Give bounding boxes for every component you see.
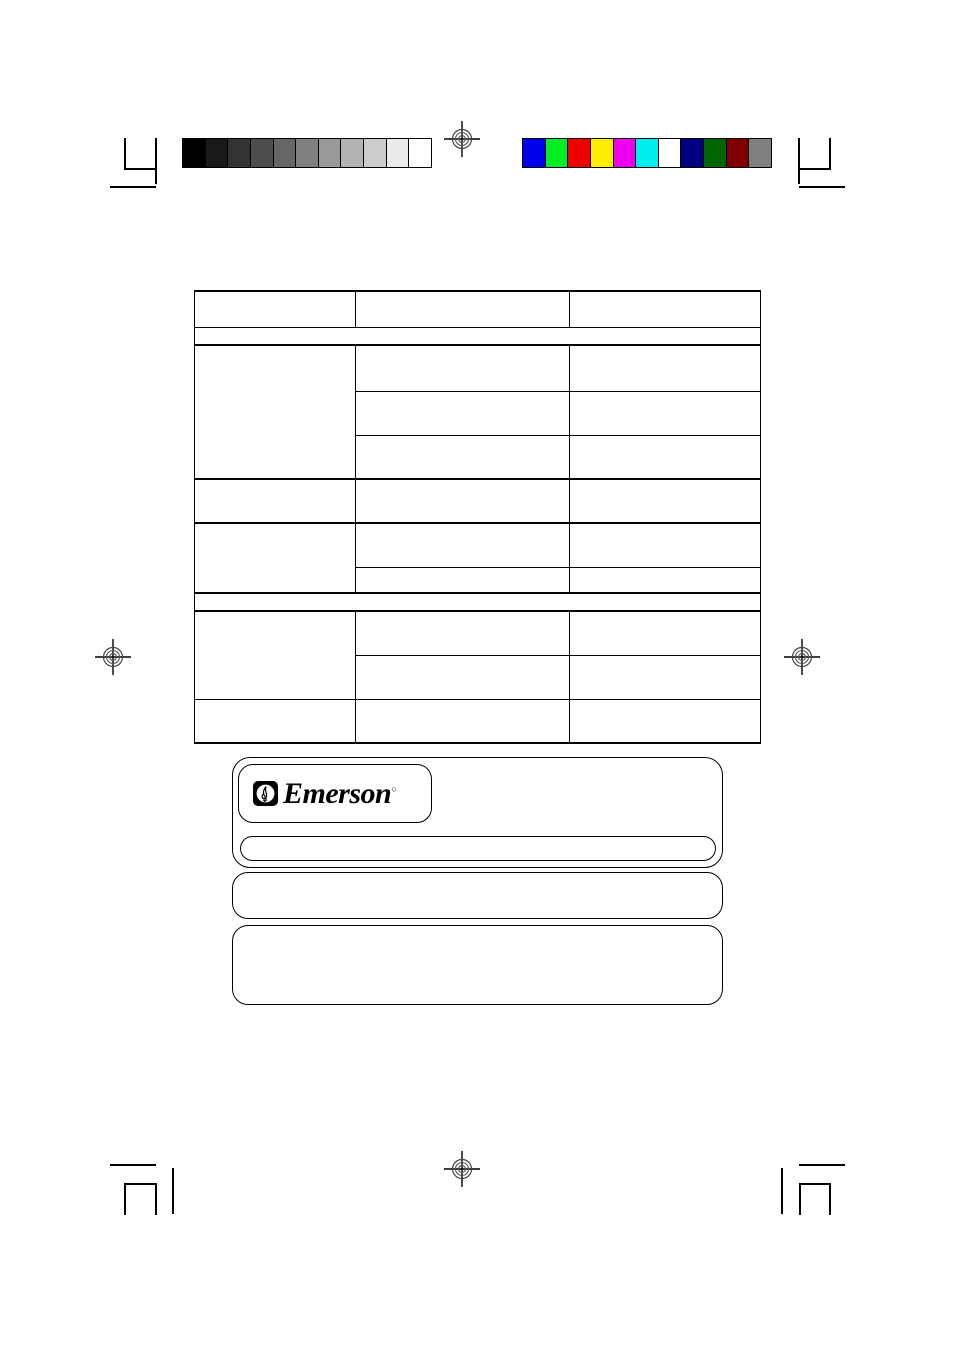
table-cell — [194, 326, 761, 346]
table-cell — [355, 566, 570, 594]
registration-target-left-middle — [95, 639, 131, 675]
treble-clef-icon — [253, 781, 278, 806]
table-cell — [569, 390, 761, 436]
table-cell — [194, 698, 356, 744]
grayscale-swatch-0 — [183, 139, 206, 167]
table-cell — [194, 522, 356, 594]
table-cell — [355, 390, 570, 436]
grayscale-swatch-5 — [296, 139, 319, 167]
table-section-band — [194, 592, 761, 612]
table-cell — [194, 478, 356, 524]
grayscale-swatch-2 — [228, 139, 251, 167]
table-cell — [569, 566, 761, 594]
color-swatch-4 — [613, 139, 637, 167]
table-cell — [194, 610, 356, 700]
table-cell — [569, 698, 761, 744]
info-box-two — [232, 872, 723, 919]
emerson-wordmark-text: Emerson — [283, 776, 392, 810]
page-canvas: Emerson○ — [0, 0, 954, 1351]
specifications-table — [194, 290, 761, 744]
info-box-three — [232, 925, 723, 1005]
color-swatch-3 — [590, 139, 614, 167]
grayscale-swatch-8 — [364, 139, 387, 167]
color-swatch-9 — [726, 139, 750, 167]
grayscale-swatch-4 — [273, 139, 297, 167]
color-swatch-2 — [568, 139, 591, 167]
color-swatch-8 — [704, 139, 727, 167]
table-cell — [569, 654, 761, 700]
grayscale-swatch-6 — [318, 139, 342, 167]
grayscale-calibration-bar — [182, 138, 432, 168]
table-cell — [194, 344, 356, 480]
table-cell — [355, 434, 570, 480]
table-cell — [355, 654, 570, 700]
table-cell — [569, 434, 761, 480]
color-swatch-7 — [681, 139, 705, 167]
table-row — [194, 522, 761, 594]
grayscale-swatch-7 — [341, 139, 365, 167]
info-box-two-text — [233, 873, 722, 883]
table-section-band — [194, 326, 761, 346]
pill-bar-text — [241, 837, 715, 847]
color-swatch-1 — [545, 139, 569, 167]
registration-target-right-middle — [784, 639, 820, 675]
table-cell — [569, 522, 761, 568]
color-calibration-bar — [522, 138, 772, 168]
registration-target-top-center — [444, 121, 480, 157]
table-row — [194, 698, 761, 744]
table-cell — [355, 478, 570, 524]
registered-mark-icon: ○ — [391, 783, 397, 794]
table-cell — [569, 344, 761, 392]
logo-panel-pill-bar — [240, 836, 716, 861]
grayscale-swatch-9 — [386, 139, 410, 167]
table-row — [194, 344, 761, 480]
table-cell — [569, 290, 761, 328]
color-swatch-10 — [749, 139, 772, 167]
table-row — [194, 478, 761, 524]
table-row — [194, 610, 761, 700]
grayscale-swatch-3 — [250, 139, 274, 167]
table-cell — [355, 290, 570, 328]
table-cell — [194, 290, 356, 328]
grayscale-swatch-10 — [409, 139, 432, 167]
emerson-wordmark: Emerson○ — [283, 776, 397, 810]
table-row — [194, 290, 761, 328]
registration-target-bottom-center — [444, 1151, 480, 1187]
color-swatch-0 — [523, 139, 546, 167]
table-cell — [194, 592, 761, 612]
table-cell — [569, 610, 761, 656]
info-box-three-text — [233, 926, 722, 936]
table-cell — [355, 610, 570, 656]
table-cell — [355, 344, 570, 392]
color-swatch-6 — [658, 139, 682, 167]
table-cell — [355, 698, 570, 744]
emerson-logo-box: Emerson○ — [238, 764, 432, 823]
color-swatch-5 — [636, 139, 659, 167]
table-cell — [569, 478, 761, 524]
table-cell — [355, 522, 570, 568]
grayscale-swatch-1 — [205, 139, 229, 167]
